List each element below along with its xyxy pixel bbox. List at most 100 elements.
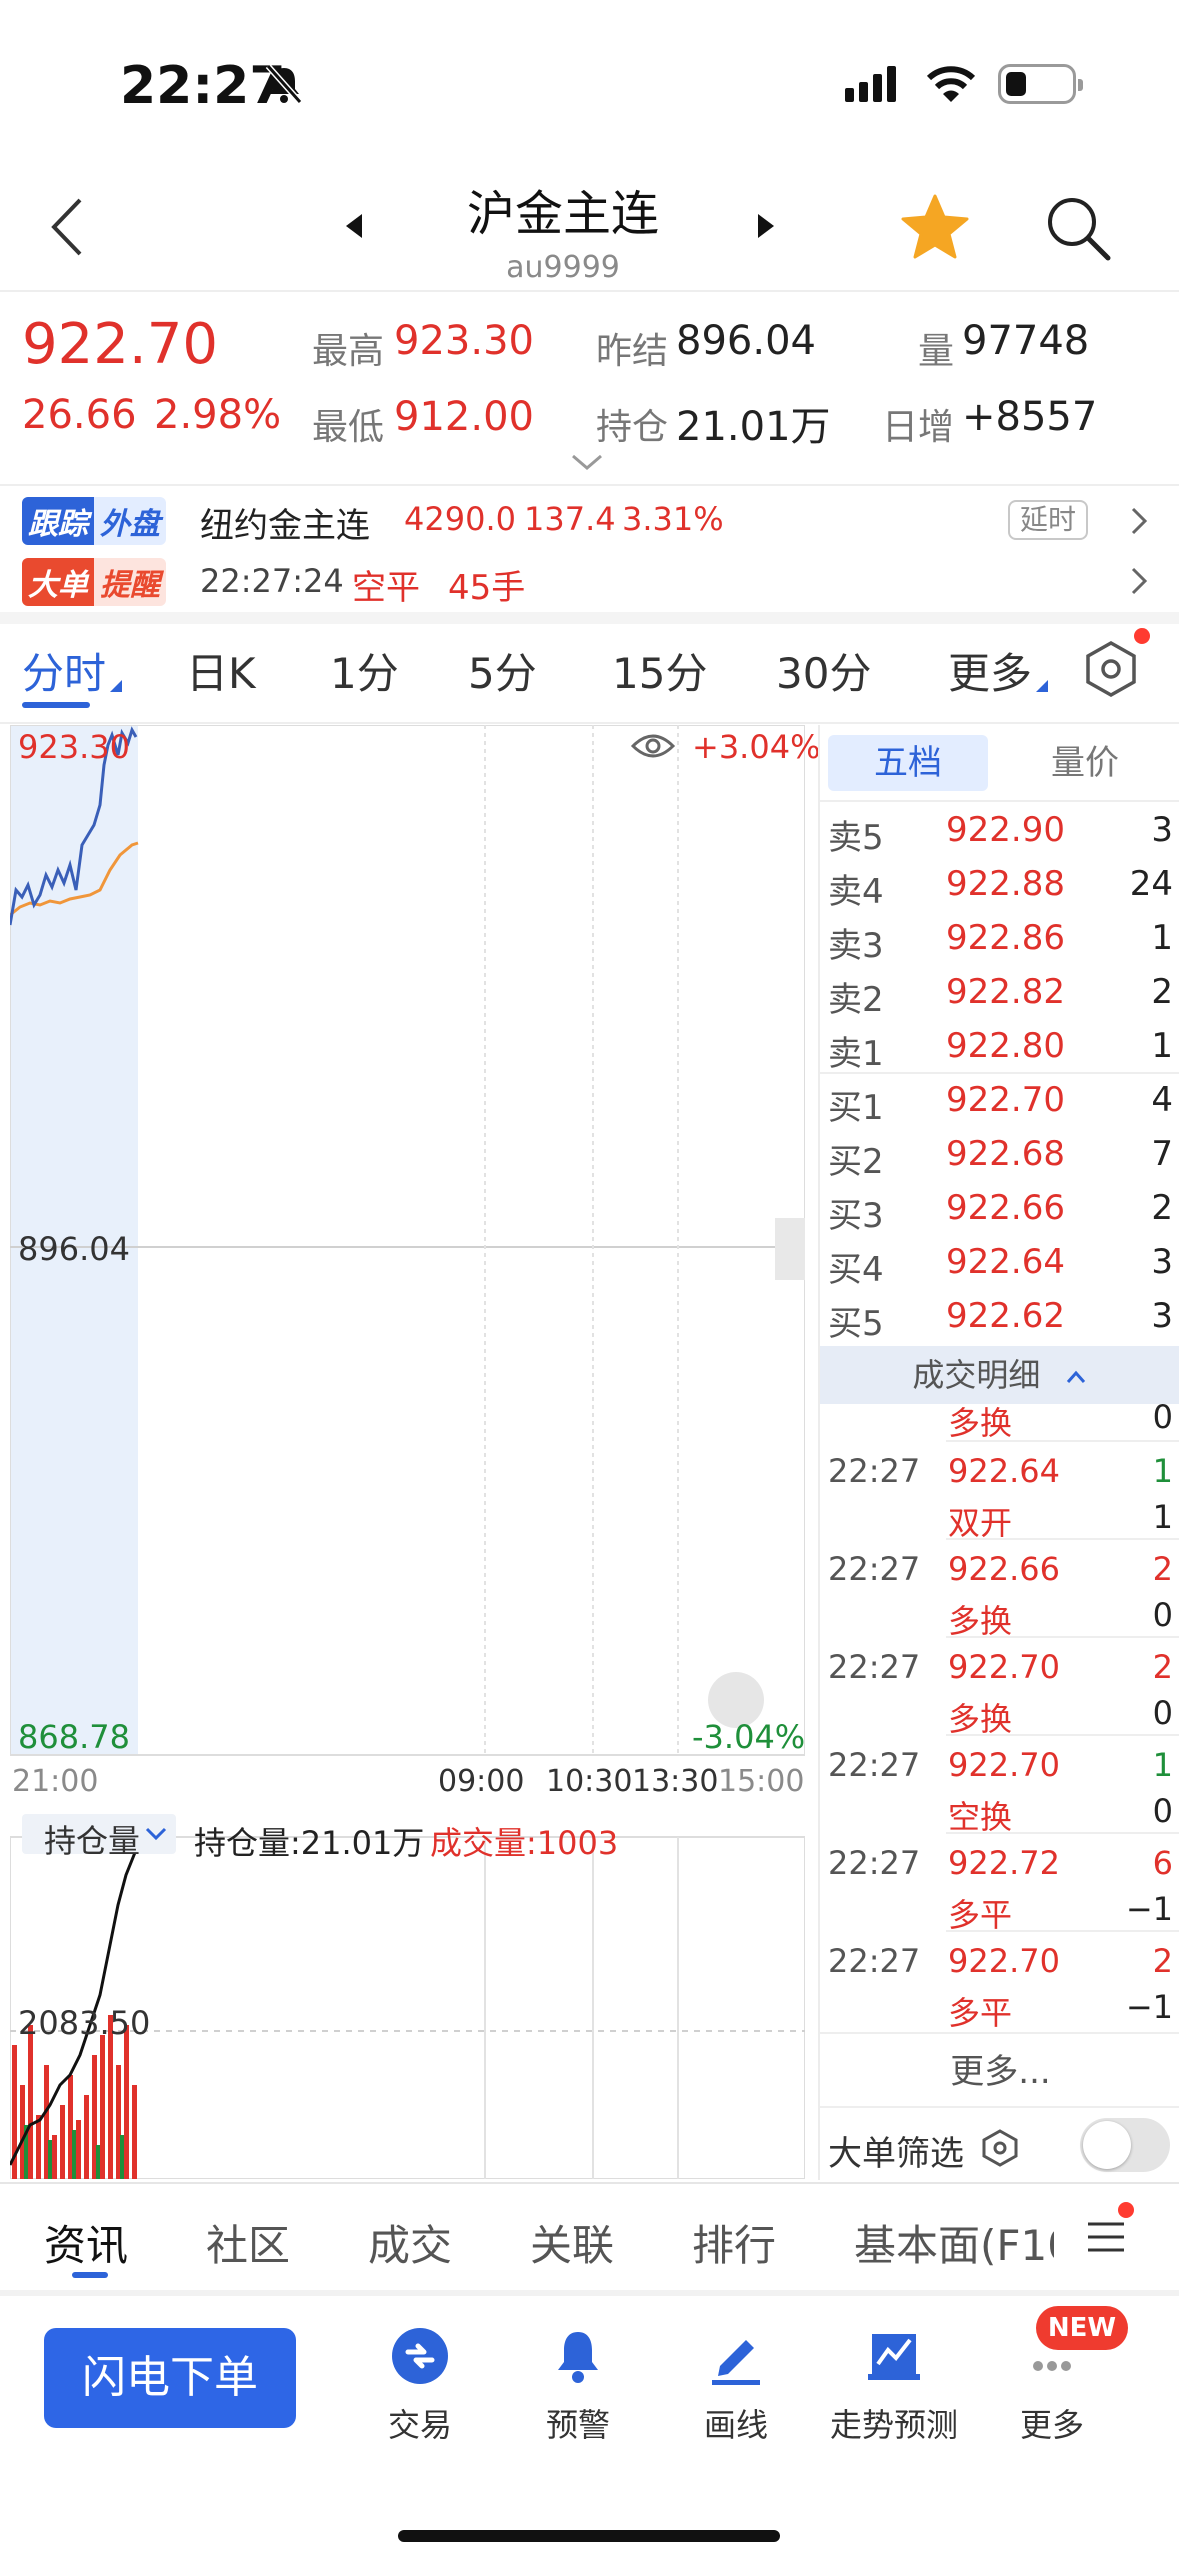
big-order-filter-toggle[interactable] bbox=[1080, 2118, 1170, 2172]
volume-bar bbox=[76, 2120, 81, 2179]
divider bbox=[946, 1734, 1179, 1736]
tab-15min[interactable]: 15分 bbox=[612, 640, 707, 701]
ask-label: 卖1 bbox=[828, 1034, 884, 1074]
ask-price: 922.90 bbox=[946, 810, 1065, 850]
notification-dot bbox=[1118, 2202, 1134, 2218]
bid-row-4[interactable]: 买4 922.64 3 bbox=[828, 1236, 1173, 1290]
chevron-right-icon[interactable] bbox=[1130, 566, 1148, 596]
trade-vol: 2 bbox=[1152, 1550, 1173, 1588]
filter-settings-icon[interactable] bbox=[980, 2128, 1020, 2168]
ask-qty: 24 bbox=[1129, 864, 1173, 904]
bid-price: 922.70 bbox=[946, 1080, 1065, 1120]
eye-icon[interactable] bbox=[630, 728, 676, 764]
low-value: 912.00 bbox=[394, 394, 534, 440]
bid-row-2[interactable]: 买2 922.68 7 bbox=[828, 1128, 1173, 1182]
search-icon[interactable] bbox=[1044, 194, 1112, 262]
chart-settings-icon[interactable] bbox=[1082, 640, 1140, 698]
volume-bar bbox=[48, 2140, 52, 2179]
volume-bar bbox=[72, 2130, 76, 2179]
bid-qty: 2 bbox=[1151, 1188, 1173, 1228]
ask-row-4[interactable]: 卖4 922.88 24 bbox=[828, 858, 1173, 912]
tab-more[interactable]: 更多 bbox=[948, 640, 1032, 701]
chart-board-icon bbox=[868, 2334, 920, 2380]
x-label-1500: 15:00 bbox=[718, 1764, 805, 1799]
bid-row-1[interactable]: 买1 922.70 4 bbox=[828, 1074, 1173, 1128]
panel-divider bbox=[818, 725, 820, 2180]
tab-5min[interactable]: 5分 bbox=[468, 640, 537, 701]
ask-label: 卖4 bbox=[828, 872, 884, 912]
flash-order-button[interactable]: 闪电下单 bbox=[44, 2328, 296, 2428]
trade-type: 多换 bbox=[948, 1404, 1013, 1442]
ask-row-3[interactable]: 卖3 922.86 1 bbox=[828, 912, 1173, 966]
price-chart[interactable] bbox=[10, 725, 805, 2179]
back-arrow-icon[interactable] bbox=[48, 196, 88, 258]
indicator-selector-label: 持仓量 bbox=[44, 1822, 141, 1860]
ask-price: 922.80 bbox=[946, 1026, 1065, 1066]
trade-time: 22:27 bbox=[828, 1452, 921, 1490]
trade-vol: 2 bbox=[1152, 1942, 1173, 1980]
bid-qty: 4 bbox=[1151, 1080, 1173, 1120]
prev-contract-icon[interactable] bbox=[346, 214, 362, 238]
tab-five-levels[interactable]: 五档 bbox=[828, 735, 988, 791]
price-change: 26.66 bbox=[22, 392, 137, 438]
trend-predict-button[interactable]: 走势预测 bbox=[814, 2326, 974, 2446]
trade-price: 922.70 bbox=[948, 1942, 1060, 1980]
trade-details-header[interactable]: 成交明细 bbox=[820, 1346, 1179, 1404]
tab-timeshare[interactable]: 分时 bbox=[22, 640, 106, 701]
trade-button[interactable]: 交易 bbox=[340, 2326, 500, 2446]
volume-bar bbox=[120, 2135, 124, 2179]
tab-community[interactable]: 社区 bbox=[206, 2212, 290, 2273]
tab-fundamentals[interactable]: 基本面(F10 bbox=[854, 2212, 1054, 2273]
trade-oi: 1 bbox=[1152, 1498, 1173, 1536]
volume-bar bbox=[28, 2025, 33, 2179]
divider bbox=[0, 290, 1179, 292]
tab-trades[interactable]: 成交 bbox=[368, 2212, 452, 2273]
tab-1min[interactable]: 1分 bbox=[330, 640, 399, 701]
foreign-change-pct: 3.31% bbox=[622, 500, 724, 538]
trade-row: 22:27 922.66 2 多换 0 bbox=[828, 1550, 1173, 1640]
tab-dropdown-icon bbox=[110, 680, 122, 692]
foreign-contract-name[interactable]: 纽约金主连 bbox=[200, 498, 370, 547]
ask-row-5[interactable]: 卖5 922.90 3 bbox=[828, 804, 1173, 858]
tab-related[interactable]: 关联 bbox=[530, 2212, 614, 2273]
star-favorite-icon[interactable] bbox=[900, 192, 970, 262]
tab-daily-k[interactable]: 日K bbox=[186, 640, 256, 701]
tab-ranking[interactable]: 排行 bbox=[692, 2212, 776, 2273]
alert-button[interactable]: 预警 bbox=[498, 2326, 658, 2446]
trade-oi: −1 bbox=[1125, 1988, 1173, 2026]
prev-settle-label: 昨结 bbox=[596, 331, 669, 372]
bid-row-5[interactable]: 买5 922.62 3 bbox=[828, 1290, 1173, 1344]
trade-time: 22:27 bbox=[828, 1648, 921, 1686]
daily-increase-label: 日增 bbox=[882, 407, 955, 448]
tab-30min[interactable]: 30分 bbox=[776, 640, 871, 701]
trade-price: 922.66 bbox=[948, 1550, 1060, 1588]
tab-volume-price[interactable]: 量价 bbox=[1010, 735, 1160, 791]
ask-price: 922.86 bbox=[946, 918, 1065, 958]
more-trades-link[interactable]: 更多... bbox=[828, 2044, 1173, 2093]
open-interest-readout: 持仓量:21.01万 bbox=[194, 1824, 425, 1862]
trade-oi: −1 bbox=[1125, 1890, 1173, 1928]
ask-row-2[interactable]: 卖2 922.82 2 bbox=[828, 966, 1173, 1020]
expand-caret-icon[interactable] bbox=[570, 452, 604, 472]
trade-price: 922.70 bbox=[948, 1746, 1060, 1784]
ask-row-1[interactable]: 卖1 922.80 1 bbox=[828, 1020, 1173, 1074]
indicator-selector[interactable]: 持仓量 bbox=[22, 1814, 176, 1860]
alert-label: 预警 bbox=[545, 2406, 610, 2444]
side-panel-handle[interactable] bbox=[775, 1218, 805, 1280]
alert-tag-a: 大单 bbox=[22, 558, 94, 606]
ask-qty: 1 bbox=[1151, 1026, 1173, 1066]
divider bbox=[0, 484, 1179, 486]
volume-label: 量 bbox=[918, 331, 955, 372]
next-contract-icon[interactable] bbox=[758, 214, 774, 238]
chevron-right-icon[interactable] bbox=[1130, 506, 1148, 536]
bid-row-3[interactable]: 买3 922.66 2 bbox=[828, 1182, 1173, 1236]
tab-news[interactable]: 资讯 bbox=[44, 2212, 128, 2273]
trade-time: 22:27 bbox=[828, 1942, 921, 1980]
high-value: 923.30 bbox=[394, 318, 534, 364]
chevron-down-icon bbox=[145, 1827, 167, 1841]
bid-price: 922.62 bbox=[946, 1296, 1065, 1336]
ask-label: 卖5 bbox=[828, 818, 884, 858]
trade-oi: 0 bbox=[1152, 1596, 1173, 1634]
draw-line-button[interactable]: 画线 bbox=[656, 2326, 816, 2446]
menu-icon[interactable] bbox=[1086, 2220, 1126, 2254]
